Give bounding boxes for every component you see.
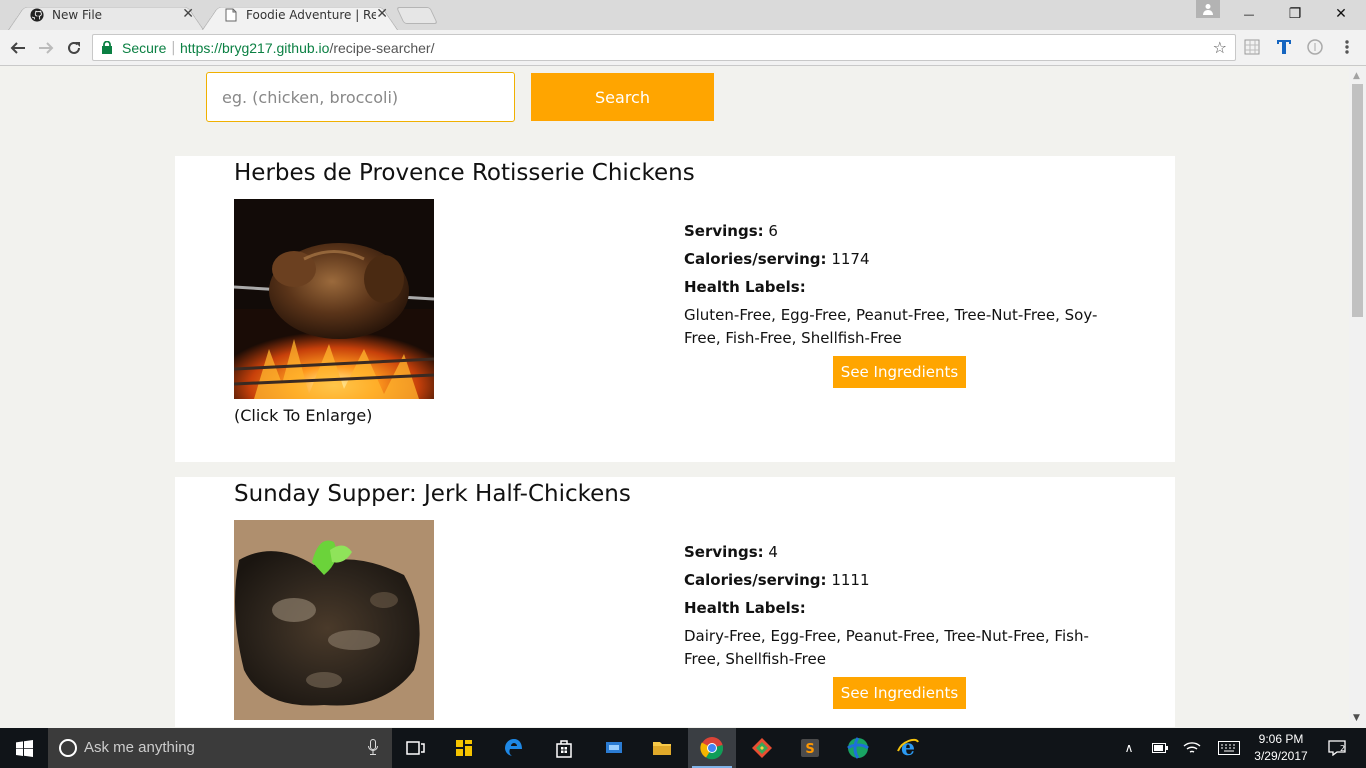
recipe-card: Sunday Supper: Jerk Half-Chickens Servin… (175, 477, 1175, 727)
extension-t-icon[interactable] (1275, 38, 1293, 56)
cortana-placeholder: Ask me anything (84, 739, 195, 756)
tab-close-icon[interactable]: ✕ (182, 6, 194, 22)
tab-title: New File (52, 8, 103, 22)
cortana-search-box[interactable]: Ask me anything (48, 728, 392, 768)
profile-button[interactable] (1196, 0, 1220, 18)
health-labels-text: Gluten-Free, Egg-Free, Peanut-Free, Tree… (684, 306, 1098, 347)
extension-circle-icon[interactable] (1306, 38, 1324, 56)
github-icon (30, 8, 44, 22)
calories-label: Calories/serving: (684, 250, 827, 268)
microphone-icon[interactable] (368, 739, 378, 759)
app-blue-icon[interactable] (590, 728, 638, 768)
windows-taskbar: Ask me anything S e ∧ 9:06 PM 3/29/2017 … (0, 728, 1366, 768)
url-path: /recipe-searcher/ (329, 40, 435, 56)
tab-close-icon[interactable]: ✕ (376, 6, 388, 22)
chrome-icon[interactable] (688, 728, 736, 768)
forward-button[interactable] (34, 36, 58, 60)
cortana-icon (59, 739, 77, 757)
calories-value: 1174 (831, 250, 870, 268)
recipe-info: Servings: 6 Calories/serving: 1174 Healt… (684, 220, 1114, 350)
page-icon (224, 8, 238, 22)
scroll-up-icon[interactable]: ▲ (1353, 71, 1360, 81)
search-button[interactable]: Search (531, 73, 714, 121)
notifications-icon[interactable]: 2 (1320, 728, 1354, 768)
windows-logo-icon (15, 739, 33, 757)
health-labels-heading: Health Labels: (684, 599, 806, 617)
recipe-info: Servings: 4 Calories/serving: 1111 Healt… (684, 541, 1114, 671)
bookmark-star-icon[interactable]: ☆ (1213, 38, 1227, 57)
see-ingredients-button[interactable]: See Ingredients (833, 356, 966, 388)
sublime-text-icon[interactable]: S (786, 728, 834, 768)
task-view-icon[interactable] (392, 728, 440, 768)
servings-value: 6 (768, 222, 778, 240)
reload-button[interactable] (62, 36, 86, 60)
clock-time: 9:06 PM (1258, 732, 1304, 746)
close-window-button[interactable]: ✕ (1318, 0, 1364, 28)
tab-foodie-adventure[interactable]: Foodie Adventure | Recip ✕ (202, 2, 398, 30)
search-input[interactable] (206, 72, 515, 122)
svg-text:2: 2 (1340, 744, 1345, 753)
recipe-title: Sunday Supper: Jerk Half-Chickens (234, 481, 631, 507)
back-button[interactable] (6, 36, 30, 60)
health-labels-text: Dairy-Free, Egg-Free, Peanut-Free, Tree-… (684, 627, 1089, 668)
clock-date: 3/29/2017 (1254, 749, 1308, 763)
scrollbar-thumb[interactable] (1352, 84, 1363, 317)
recipe-image[interactable] (234, 199, 434, 399)
svg-text:S: S (805, 742, 814, 757)
page-viewport: Search Herbes de Provence Rotisserie Chi… (0, 67, 1349, 727)
scroll-down-icon[interactable]: ▼ (1353, 713, 1360, 723)
app-globe-icon[interactable] (834, 728, 882, 768)
url-text[interactable]: https://bryg217.github.io/recipe-searche… (180, 40, 434, 56)
servings-value: 4 (768, 543, 778, 561)
lock-icon (101, 40, 113, 58)
health-labels-heading: Health Labels: (684, 278, 806, 296)
servings-label: Servings: (684, 543, 764, 561)
click-to-enlarge-label: (Click To Enlarge) (234, 406, 373, 425)
wifi-icon[interactable] (1180, 728, 1204, 768)
app-yellow-icon[interactable] (440, 728, 488, 768)
battery-icon[interactable] (1148, 728, 1172, 768)
git-diamond-icon[interactable] (738, 728, 786, 768)
recipe-image[interactable] (234, 520, 434, 720)
reload-icon (68, 41, 80, 54)
edge-icon[interactable] (490, 728, 538, 768)
url-host: https://bryg217.github.io (180, 40, 330, 56)
keyboard-icon[interactable] (1214, 728, 1244, 768)
system-clock[interactable]: 9:06 PM 3/29/2017 (1250, 731, 1312, 765)
address-bar[interactable]: Secure | https://bryg217.github.io/recip… (92, 34, 1236, 61)
browser-toolbar: Secure | https://bryg217.github.io/recip… (0, 30, 1366, 66)
tab-title: Foodie Adventure | Recip (246, 8, 376, 22)
recipe-title: Herbes de Provence Rotisserie Chickens (234, 160, 695, 186)
arrow-right-icon (39, 42, 54, 54)
show-hidden-icons-icon[interactable]: ∧ (1118, 728, 1140, 768)
tab-new-file[interactable]: New File ✕ (8, 2, 204, 30)
extension-grid-icon[interactable] (1243, 38, 1261, 56)
calories-value: 1111 (831, 571, 870, 589)
browser-title-bar: New File ✕ Foodie Adventure | Recip ✕ — … (0, 0, 1366, 30)
secure-label: Secure (122, 40, 167, 56)
minimize-button[interactable]: — (1226, 0, 1272, 28)
servings-label: Servings: (684, 222, 764, 240)
person-icon (1203, 4, 1213, 15)
arrow-left-icon (10, 42, 25, 54)
store-icon[interactable] (540, 728, 588, 768)
calories-label: Calories/serving: (684, 571, 827, 589)
internet-explorer-icon[interactable]: e (884, 728, 932, 768)
vertical-scrollbar[interactable]: ▲ ▼ (1349, 67, 1366, 727)
restore-button[interactable]: ❐ (1272, 0, 1318, 28)
start-button[interactable] (0, 728, 48, 768)
menu-icon[interactable] (1338, 38, 1356, 56)
file-explorer-icon[interactable] (638, 728, 686, 768)
see-ingredients-button[interactable]: See Ingredients (833, 677, 966, 709)
new-tab-button[interactable] (396, 7, 438, 24)
divider: | (171, 40, 176, 56)
recipe-card: Herbes de Provence Rotisserie Chickens (… (175, 156, 1175, 462)
